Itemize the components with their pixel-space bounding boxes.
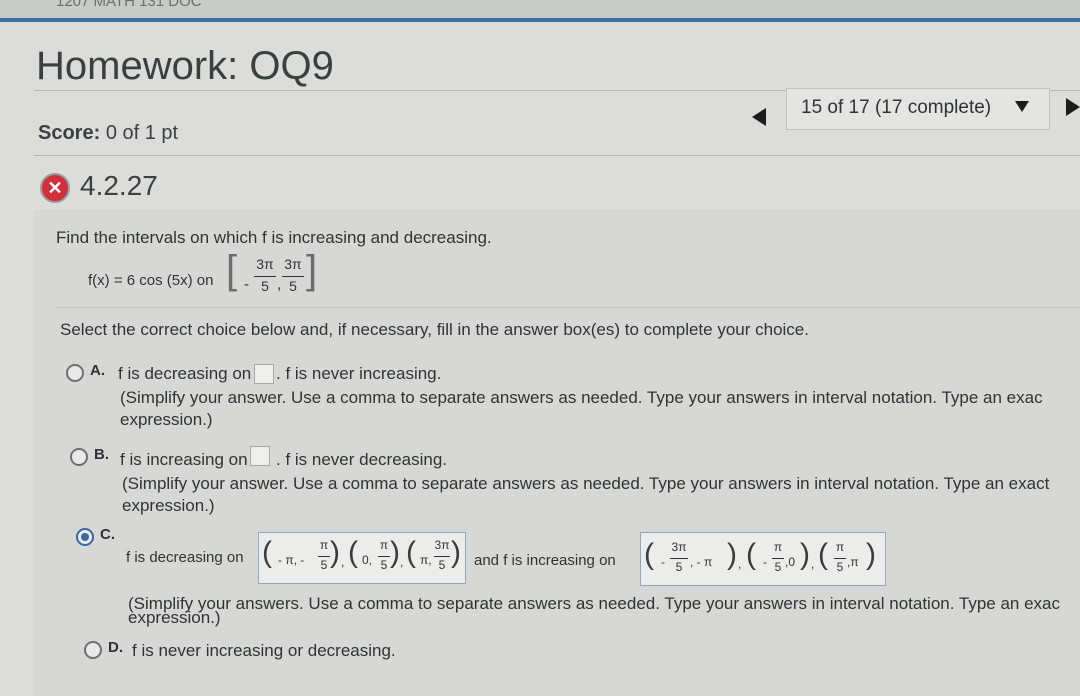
choice-c-note-end: expression.)	[128, 608, 221, 627]
score: Score: 0 of 1 pt	[38, 122, 178, 145]
interval-comma: ,	[277, 276, 282, 293]
dec-interval-3-denominator: 5	[438, 558, 446, 572]
dec-separator: ,	[341, 555, 345, 569]
paren-close: )	[451, 536, 461, 569]
incorrect-x-icon: ✕	[40, 173, 70, 203]
fraction-bar	[254, 276, 276, 277]
dec-interval-1-left: - π, -	[278, 553, 305, 567]
function-definition: f(x) = 6 cos (5x) on	[88, 272, 214, 289]
fraction-bar	[434, 556, 450, 557]
dec-interval-2-left: 0,	[362, 553, 373, 567]
paren-close: )	[727, 538, 737, 571]
dropdown-caret-icon	[1015, 101, 1029, 112]
choice-a-answer-box[interactable]	[254, 364, 274, 384]
fraction-bar	[282, 276, 304, 277]
inc-interval-2-right: ,0	[785, 555, 796, 569]
inc-interval-3-denominator: 5	[836, 560, 844, 574]
interval-left-denominator: 5	[261, 278, 269, 294]
dec-interval-2-denominator: 5	[380, 558, 388, 572]
progress-text: 15 of 17 (17 complete)	[801, 97, 992, 118]
choice-d-text: f is never increasing or decreasing.	[132, 641, 396, 660]
dec-interval-2-numerator: π	[379, 538, 389, 552]
question-number: 4.2.27	[80, 170, 158, 201]
fraction-bar	[772, 558, 784, 559]
previous-question-arrow-icon[interactable]	[752, 108, 766, 126]
choice-a-note-end: expression.)	[120, 410, 213, 429]
page-title: Homework: OQ9	[36, 44, 334, 88]
inc-interval-2-numerator: π	[773, 540, 783, 554]
dec-interval-3-left: π,	[420, 553, 432, 567]
paren-open: (	[818, 538, 828, 571]
inc-interval-2-denominator: 5	[774, 560, 782, 574]
choice-c-letter: C.	[100, 526, 115, 543]
right-bracket: ]	[306, 248, 318, 292]
interval-right-denominator: 5	[289, 278, 297, 294]
paren-close: )	[330, 536, 340, 569]
dec-interval-1-denominator: 5	[320, 558, 328, 572]
inc-interval-2-minus: -	[763, 555, 767, 569]
choice-b-note: (Simplify your answer. Use a comma to se…	[122, 474, 1050, 493]
choice-a-note: (Simplify your answer. Use a comma to se…	[120, 388, 1043, 407]
interval-left-numerator: 3π	[256, 256, 274, 272]
choice-b-text: f is increasing on	[120, 450, 248, 469]
inc-interval-1-denominator: 5	[675, 560, 683, 574]
choice-a-text-after: . f is never increasing.	[276, 364, 442, 383]
choice-c-note: (Simplify your answers. Use a comma to s…	[128, 594, 1061, 613]
score-value: 0 of 1 pt	[105, 122, 179, 144]
paren-open: (	[348, 536, 358, 569]
paren-open: (	[644, 538, 654, 571]
choice-a-radio[interactable]	[66, 364, 84, 382]
top-strip-text: 1207 MATH 131 DOC	[56, 0, 202, 10]
interval-minus: -	[244, 276, 249, 293]
inc-interval-1-right: , - π	[690, 555, 713, 569]
fraction-bar	[378, 556, 390, 557]
paren-open: (	[406, 536, 416, 569]
paren-open: (	[746, 538, 756, 571]
divider	[34, 155, 1080, 156]
instruction-text: Select the correct choice below and, if …	[60, 320, 809, 339]
question-progress-dropdown[interactable]: 15 of 17 (17 complete)	[786, 88, 1050, 130]
left-bracket: [	[226, 248, 238, 292]
inc-interval-1-numerator: 3π	[671, 540, 687, 554]
choice-c-mid-text: and f is increasing on	[474, 552, 616, 569]
choice-a-letter: A.	[90, 362, 105, 379]
choice-c-text: f is decreasing on	[126, 549, 244, 566]
paren-close: )	[390, 536, 400, 569]
fraction-bar	[834, 558, 846, 559]
score-label: Score:	[38, 122, 101, 144]
choice-b-note-end: expression.)	[122, 496, 215, 515]
inc-interval-3-numerator: π	[835, 540, 845, 554]
choice-b-text-after: . f is never decreasing.	[276, 450, 448, 469]
next-question-arrow-icon[interactable]	[1066, 98, 1080, 116]
divider	[56, 307, 1080, 308]
paren-open: (	[262, 536, 272, 569]
question-prompt: Find the intervals on which f is increas…	[56, 228, 492, 247]
interval-right-numerator: 3π	[284, 256, 302, 272]
choice-b-radio[interactable]	[70, 448, 88, 466]
fraction-bar	[318, 556, 330, 557]
inc-interval-3-right: ,π	[847, 555, 859, 569]
choice-a-text: f is decreasing on	[118, 364, 252, 383]
fraction-bar	[670, 558, 688, 559]
paren-close: )	[866, 538, 876, 571]
paren-close: )	[800, 538, 810, 571]
inc-interval-1-minus: -	[661, 555, 665, 569]
choice-b-letter: B.	[94, 446, 109, 463]
choice-c-radio[interactable]	[76, 528, 94, 546]
inc-separator: ,	[811, 557, 815, 571]
choice-d-radio[interactable]	[84, 641, 102, 659]
dec-separator: ,	[400, 555, 404, 569]
top-strip: 1207 MATH 131 DOC	[0, 0, 1080, 18]
dec-interval-1-numerator: π	[319, 538, 329, 552]
choice-b-answer-box[interactable]	[250, 446, 270, 466]
dec-interval-3-numerator: 3π	[434, 538, 450, 552]
inc-separator: ,	[738, 557, 742, 571]
choice-d-letter: D.	[108, 639, 123, 656]
